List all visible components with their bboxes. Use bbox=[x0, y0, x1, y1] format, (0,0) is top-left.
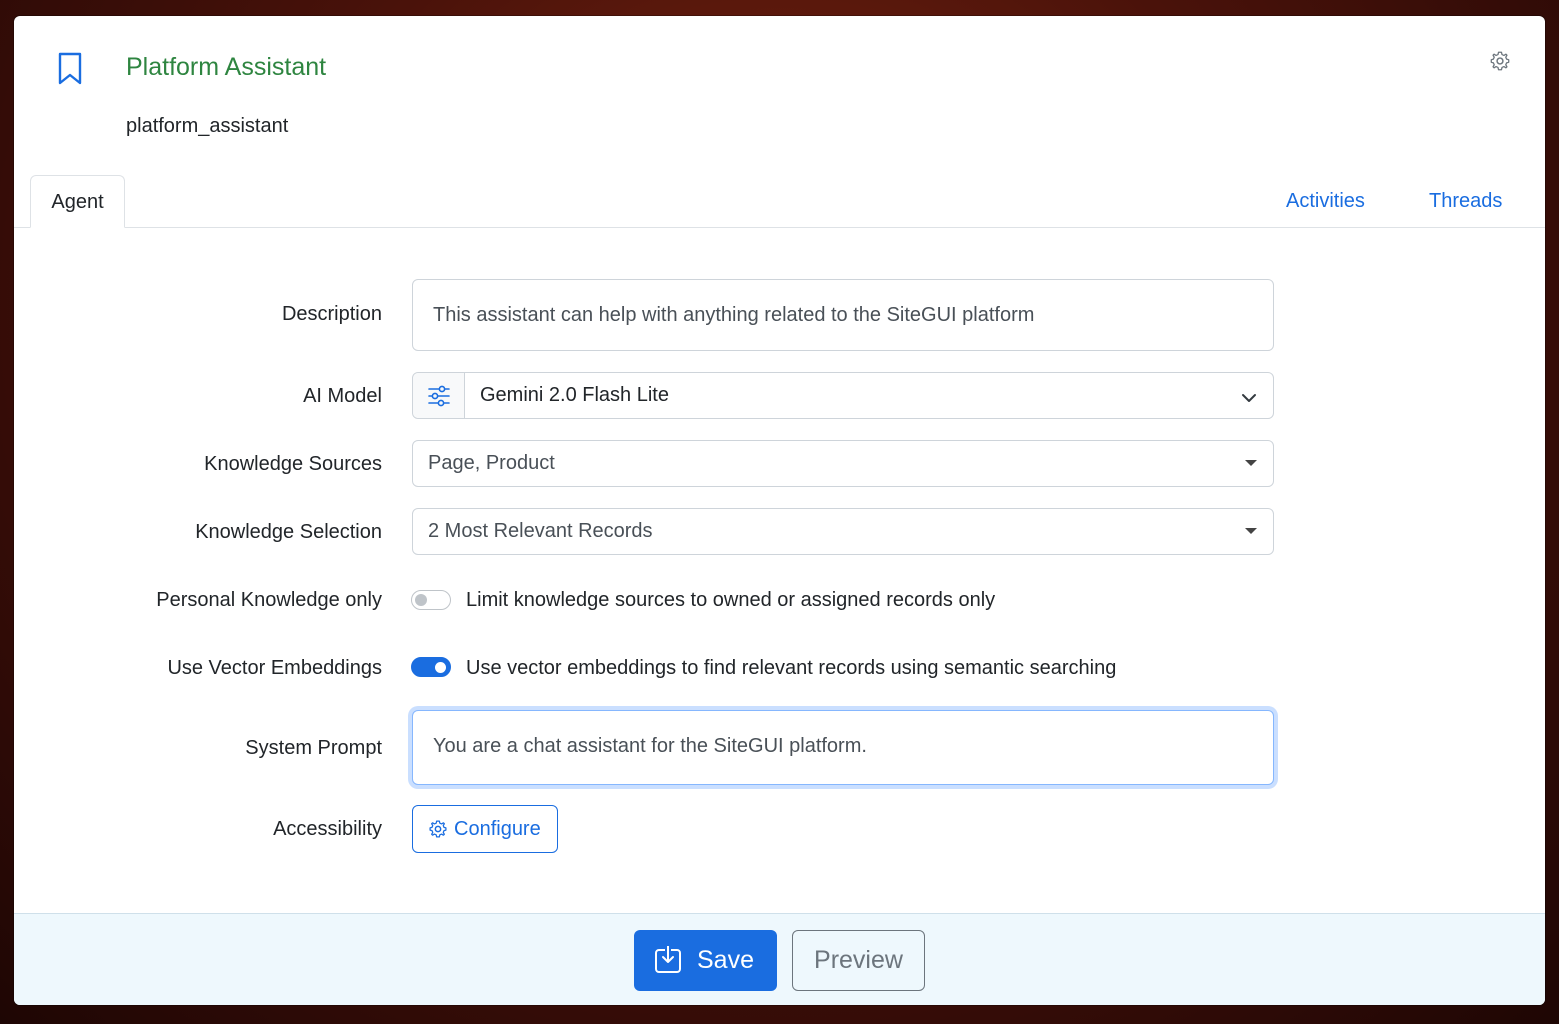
header: Platform Assistant platform_assistant bbox=[14, 16, 1545, 176]
knowledge-selection-label: Knowledge Selection bbox=[195, 521, 382, 543]
knowledge-sources-select[interactable]: Page, Product bbox=[412, 440, 1274, 487]
configure-button[interactable]: Configure bbox=[412, 805, 558, 853]
toggle-knob bbox=[415, 594, 427, 606]
configure-button-label: Configure bbox=[454, 818, 541, 840]
page-subtitle: platform_assistant bbox=[126, 115, 289, 137]
preview-button[interactable]: Preview bbox=[792, 930, 925, 991]
ai-model-select[interactable]: Gemini 2.0 Flash Lite bbox=[412, 372, 1274, 419]
tab-activities[interactable]: Activities bbox=[1286, 175, 1365, 228]
save-button-label: Save bbox=[697, 946, 754, 974]
toggle-knob bbox=[435, 662, 446, 673]
knowledge-sources-value: Page, Product bbox=[428, 452, 555, 474]
sliders-icon[interactable] bbox=[413, 373, 465, 418]
footer-bar: Save Preview bbox=[14, 913, 1545, 1005]
tab-agent[interactable]: Agent bbox=[30, 175, 125, 228]
chevron-down-icon bbox=[1241, 388, 1257, 411]
personal-knowledge-label: Personal Knowledge only bbox=[156, 589, 382, 611]
agent-editor-window: Platform Assistant platform_assistant Ag… bbox=[14, 16, 1545, 1005]
description-input[interactable]: This assistant can help with anything re… bbox=[412, 279, 1274, 351]
download-save-icon bbox=[655, 946, 681, 973]
caret-down-icon bbox=[1245, 528, 1257, 534]
tab-threads[interactable]: Threads bbox=[1429, 175, 1502, 228]
vector-embeddings-label: Use Vector Embeddings bbox=[167, 657, 382, 679]
accessibility-label: Accessibility bbox=[273, 818, 382, 840]
description-label: Description bbox=[281, 303, 382, 325]
vector-embeddings-toggle[interactable] bbox=[411, 657, 451, 677]
tab-bar: Agent Activities Threads bbox=[14, 175, 1545, 228]
ai-model-label: AI Model bbox=[303, 385, 382, 407]
vector-embeddings-text: Use vector embeddings to find relevant r… bbox=[466, 657, 1117, 679]
knowledge-selection-value: 2 Most Relevant Records bbox=[428, 520, 653, 542]
personal-knowledge-toggle[interactable] bbox=[411, 590, 451, 610]
knowledge-selection-select[interactable]: 2 Most Relevant Records bbox=[412, 508, 1274, 555]
bookmark-icon[interactable] bbox=[56, 52, 84, 86]
gear-icon bbox=[429, 820, 447, 838]
gear-icon[interactable] bbox=[1489, 50, 1511, 72]
system-prompt-label: System Prompt bbox=[245, 737, 382, 759]
personal-knowledge-text: Limit knowledge sources to owned or assi… bbox=[466, 589, 996, 611]
knowledge-sources-label: Knowledge Sources bbox=[204, 453, 382, 475]
ai-model-value: Gemini 2.0 Flash Lite bbox=[480, 384, 669, 406]
system-prompt-input[interactable]: You are a chat assistant for the SiteGUI… bbox=[412, 710, 1274, 785]
page-title: Platform Assistant bbox=[126, 53, 327, 81]
caret-down-icon bbox=[1245, 460, 1257, 466]
save-button[interactable]: Save bbox=[634, 930, 777, 991]
